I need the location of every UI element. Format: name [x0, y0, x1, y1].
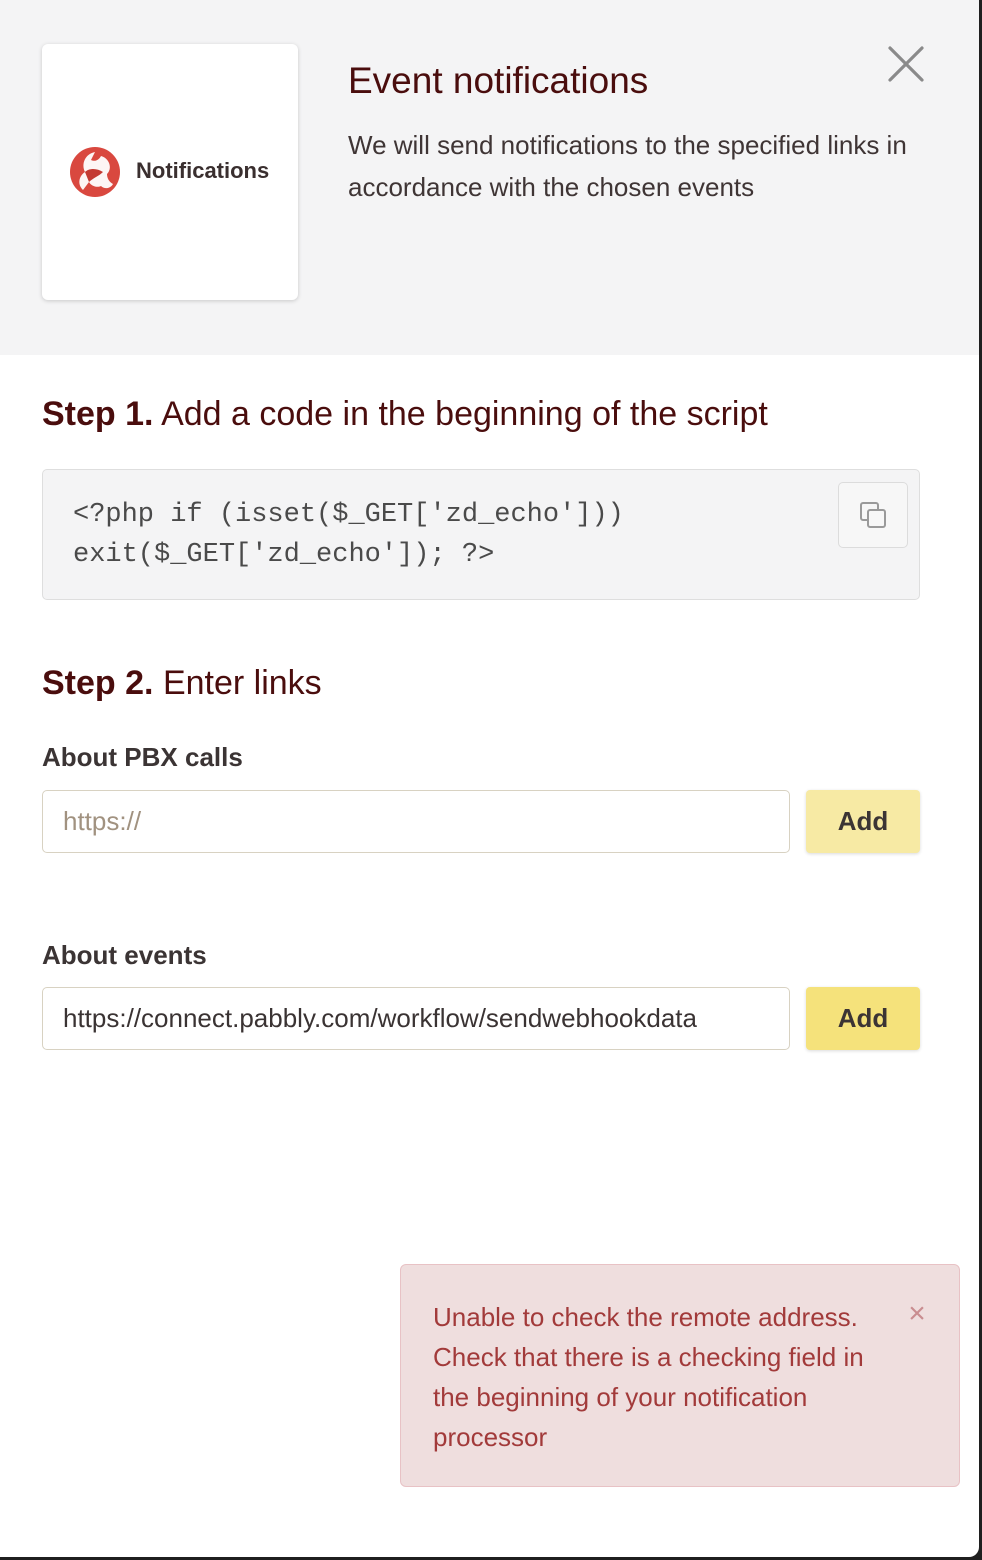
- close-icon[interactable]: [884, 42, 928, 86]
- code-snippet-box: <?php if (isset($_GET['zd_echo'])) exit(…: [42, 469, 920, 600]
- dialog-subtitle: We will send notifications to the specif…: [348, 130, 907, 202]
- error-alert: Unable to check the remote address. Chec…: [400, 1264, 960, 1487]
- copy-icon: [860, 502, 886, 528]
- notifications-logo-icon: [70, 147, 120, 197]
- add-pbx-calls-link-button[interactable]: Add: [806, 790, 920, 853]
- step2-text: Enter links: [162, 664, 322, 702]
- alert-close-icon[interactable]: ×: [904, 1299, 930, 1329]
- events-url-input[interactable]: [42, 987, 790, 1050]
- pbx-calls-label: About PBX calls: [42, 742, 243, 772]
- app-logo-text: Notifications: [136, 158, 270, 183]
- dialog-title: Event notifications: [348, 60, 649, 101]
- step2-prefix: Step 2.: [42, 664, 154, 702]
- step1-heading: Step 1. Add a code in the beginning of t…: [42, 395, 768, 434]
- pbx-calls-url-input[interactable]: [42, 790, 790, 853]
- code-snippet: <?php if (isset($_GET['zd_echo'])) exit(…: [73, 500, 624, 570]
- add-events-link-button[interactable]: Add: [806, 987, 920, 1050]
- error-alert-message: Unable to check the remote address. Chec…: [433, 1302, 864, 1452]
- dialog-header: Notifications Event notifications We wil…: [0, 0, 979, 355]
- step2-heading: Step 2. Enter links: [42, 664, 322, 703]
- events-label: About events: [42, 940, 207, 970]
- step1-text: Add a code in the beginning of the scrip…: [161, 395, 768, 433]
- copy-code-button[interactable]: [838, 482, 908, 548]
- event-notifications-dialog: Notifications Event notifications We wil…: [0, 0, 979, 1557]
- step1-prefix: Step 1.: [42, 395, 154, 433]
